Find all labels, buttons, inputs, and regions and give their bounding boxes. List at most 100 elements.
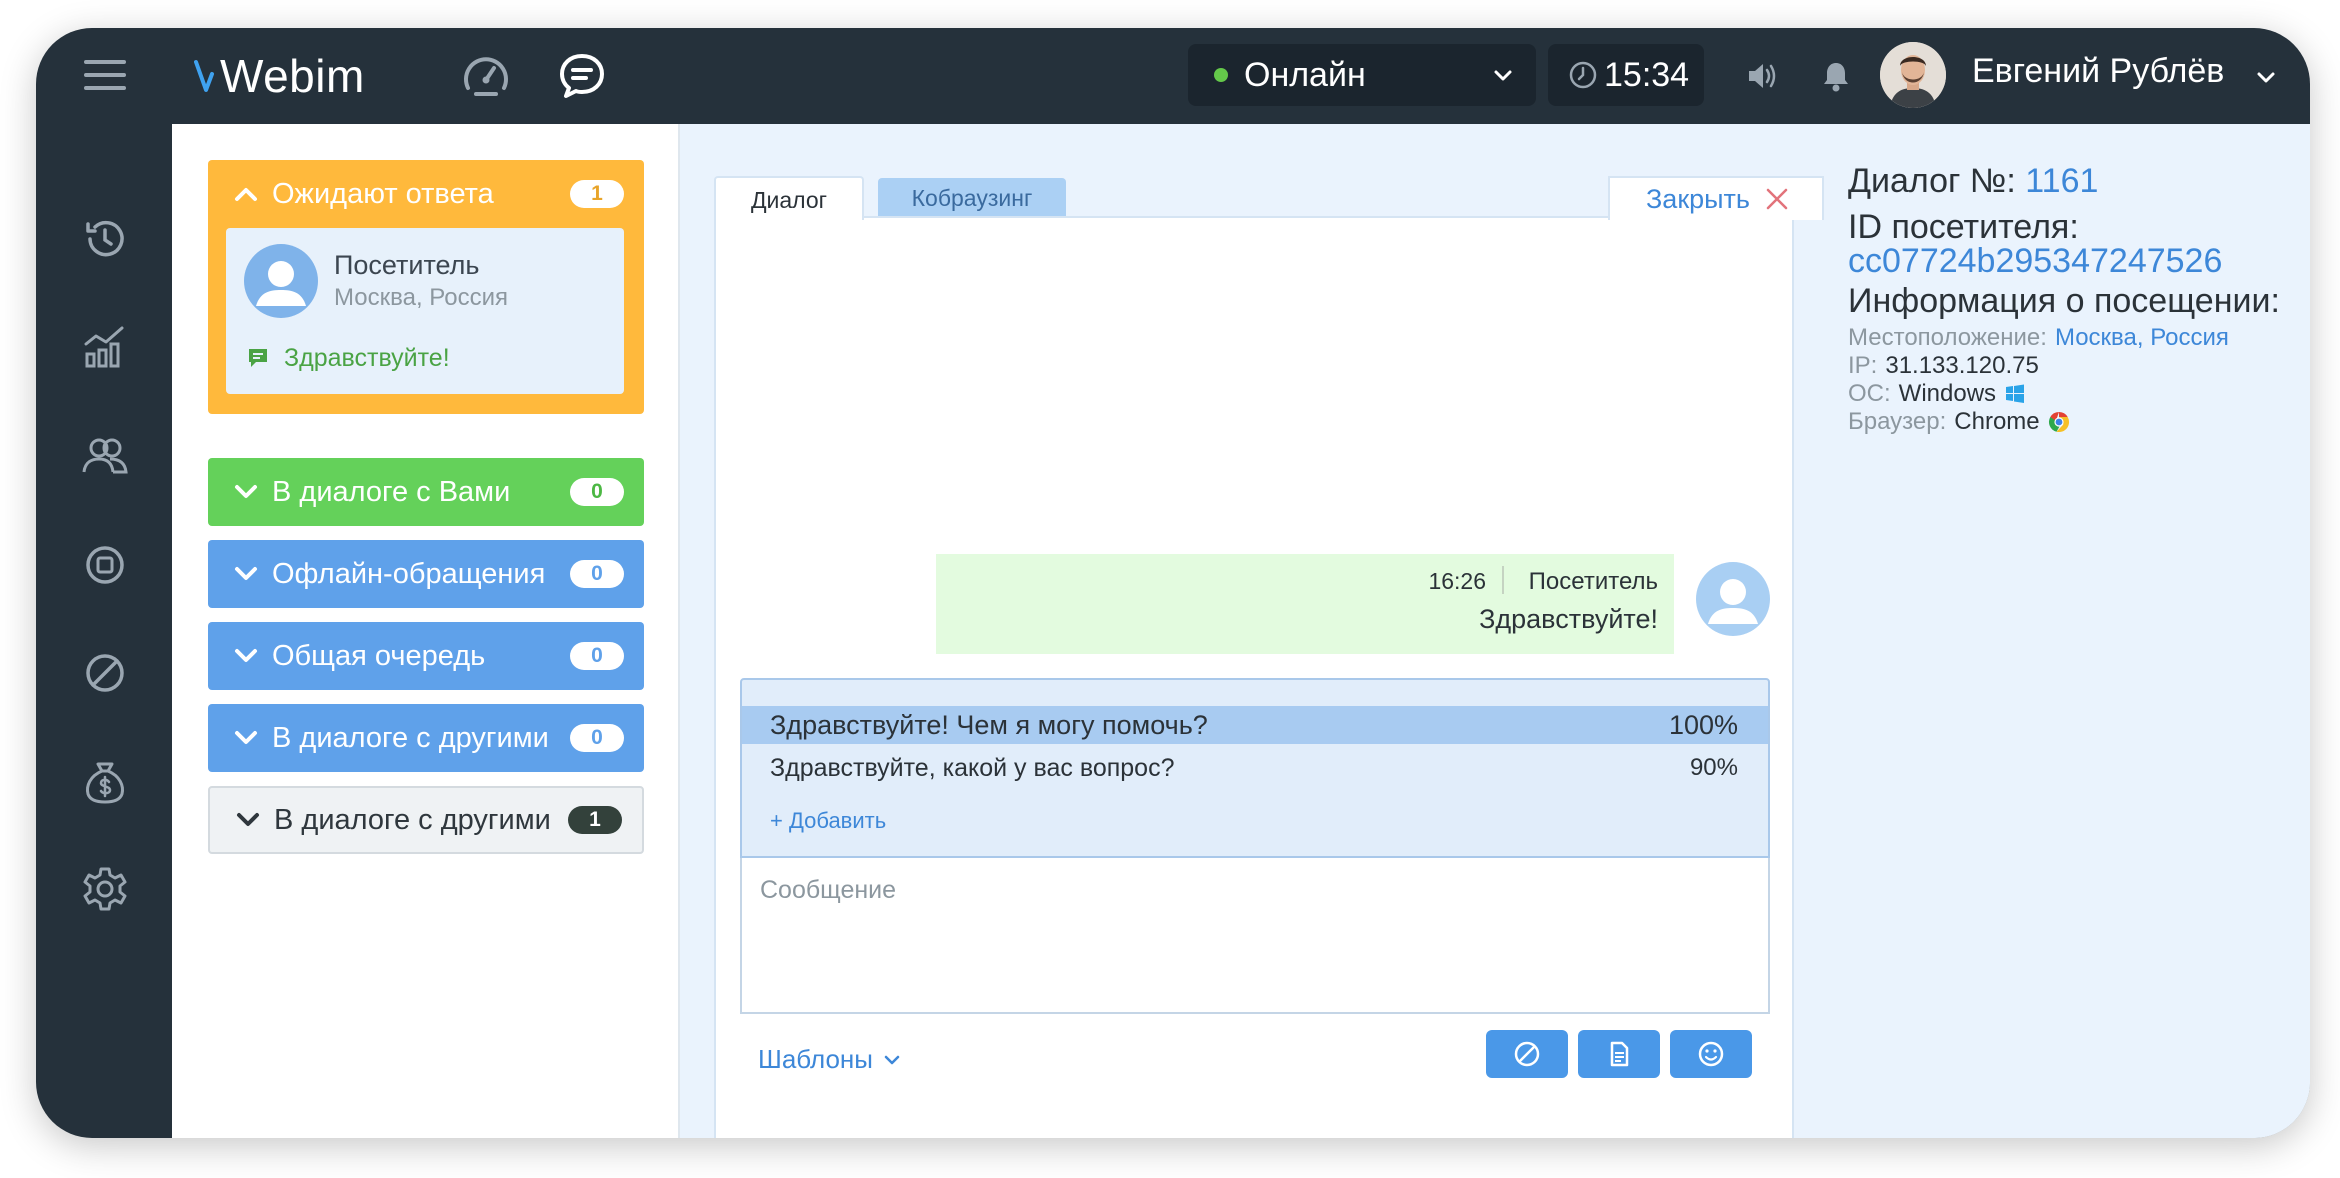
smile-icon bbox=[1698, 1041, 1724, 1067]
queue-group-title: Ожидают ответа bbox=[272, 177, 494, 210]
message-input[interactable] bbox=[740, 858, 1770, 1014]
count-badge: 1 bbox=[568, 806, 622, 834]
history-icon[interactable] bbox=[80, 214, 130, 264]
stop-icon[interactable] bbox=[80, 540, 130, 590]
os-row: ОС: Windows bbox=[1848, 380, 2026, 408]
statistics-icon[interactable] bbox=[80, 322, 130, 372]
queue-group-title: В диалоге с Вами bbox=[272, 475, 511, 508]
left-nav bbox=[36, 124, 172, 1138]
templates-dropdown[interactable]: Шаблоны bbox=[758, 1044, 901, 1075]
visitor-avatar bbox=[1696, 562, 1770, 636]
ban-icon bbox=[1514, 1041, 1540, 1067]
visitor-id[interactable]: cc07724b295347247526 bbox=[1848, 242, 2222, 281]
message-time: 16:26 bbox=[1428, 568, 1486, 594]
speedometer-icon[interactable] bbox=[460, 50, 512, 102]
queue-group-waiting[interactable]: Ожидают ответа 1 Посетитель Москва, Росс… bbox=[208, 160, 644, 414]
queue-group-my-dialogs[interactable]: В диалоге с Вами 0 bbox=[208, 458, 644, 526]
chevron-down-icon bbox=[235, 649, 257, 662]
location-value[interactable]: Москва, Россия bbox=[2055, 324, 2229, 352]
menu-icon[interactable] bbox=[84, 58, 128, 92]
attach-file-button[interactable] bbox=[1578, 1030, 1660, 1078]
windows-logo-icon bbox=[2006, 384, 2025, 403]
suggestion-score: 90% bbox=[1689, 754, 1738, 781]
chrome-logo-icon bbox=[2048, 411, 2069, 433]
chat-box: 16:26 Посетитель Здравствуйте! Здравству… bbox=[714, 216, 1794, 1138]
clock: 15:34 bbox=[1548, 44, 1704, 106]
queue-group-offline[interactable]: Офлайн-обращения 0 bbox=[208, 540, 644, 608]
queue-panel: Ожидают ответа 1 Посетитель Москва, Росс… bbox=[172, 124, 680, 1138]
status-select[interactable]: Онлайн bbox=[1188, 44, 1536, 106]
visitor-location: Москва, Россия bbox=[334, 284, 508, 311]
close-icon bbox=[1766, 188, 1788, 210]
emoji-button[interactable] bbox=[1670, 1030, 1752, 1078]
suggestion-text: Здравствуйте, какой у вас вопрос? bbox=[770, 754, 1175, 782]
dialog-number-row: Диалог №: 1161 bbox=[1848, 162, 2098, 201]
ban-visitor-button[interactable] bbox=[1486, 1030, 1568, 1078]
clock-time: 15:34 bbox=[1604, 55, 1690, 94]
browser-label: Браузер: bbox=[1848, 408, 1947, 435]
chevron-down-icon bbox=[235, 485, 257, 498]
count-badge: 0 bbox=[570, 724, 624, 752]
visit-info-heading: Информация о посещении: bbox=[1848, 282, 2280, 320]
status-dot bbox=[1214, 68, 1228, 82]
templates-label: Шаблоны bbox=[758, 1044, 873, 1074]
chevron-down-icon bbox=[1494, 70, 1512, 81]
operators-icon[interactable] bbox=[80, 430, 130, 480]
chevron-up-icon bbox=[235, 188, 257, 201]
queue-group-title: Офлайн-обращения bbox=[272, 557, 546, 590]
chevron-down-icon bbox=[235, 567, 257, 580]
chat-panel: Диалог Кобраузинг Закрыть 16:26 Посетите… bbox=[680, 124, 1824, 1138]
browser-row: Браузер: Chrome bbox=[1848, 408, 2070, 436]
queue-group-title: В диалоге с другими bbox=[272, 721, 549, 754]
chevron-down-icon bbox=[235, 731, 257, 744]
bell-icon[interactable] bbox=[1818, 58, 1854, 94]
browser-value: Chrome bbox=[1954, 408, 2040, 435]
user-menu-chevron-icon[interactable] bbox=[2256, 68, 2276, 88]
message-bubble: 16:26 Посетитель Здравствуйте! bbox=[936, 554, 1674, 654]
suggestion-text: Здравствуйте! Чем я могу помочь? bbox=[770, 710, 1208, 740]
user-avatar[interactable] bbox=[1880, 42, 1946, 108]
status-label: Онлайн bbox=[1244, 55, 1366, 94]
count-badge: 0 bbox=[570, 478, 624, 506]
ip-value: 31.133.120.75 bbox=[1885, 352, 2039, 379]
message-text: Здравствуйте! bbox=[1479, 604, 1658, 634]
logo-text: Webim bbox=[220, 50, 365, 102]
suggestion-item[interactable]: Здравствуйте! Чем я могу помочь? 100% bbox=[742, 706, 1768, 744]
close-label: Закрыть bbox=[1646, 183, 1750, 214]
user-name[interactable]: Евгений Рублёв bbox=[1972, 52, 2224, 91]
chat-bubble-icon[interactable] bbox=[556, 50, 608, 102]
visitor-avatar bbox=[244, 244, 318, 318]
dialog-number[interactable]: 1161 bbox=[2025, 162, 2098, 200]
tab-cobrowsing[interactable]: Кобраузинг bbox=[878, 178, 1066, 218]
ip-row: IP: 31.133.120.75 bbox=[1848, 352, 2039, 380]
top-bar: Webim Онлайн 15:34 Евгений Рублёв bbox=[36, 28, 2310, 124]
queue-group-others-2[interactable]: В диалоге с другими 1 bbox=[208, 786, 644, 854]
ip-label: IP: bbox=[1848, 352, 1878, 379]
visitor-name: Посетитель bbox=[334, 250, 480, 280]
suggestions-panel: Здравствуйте! Чем я могу помочь? 100% Зд… bbox=[740, 678, 1770, 858]
money-bag-icon[interactable] bbox=[80, 756, 130, 806]
suggestion-item[interactable]: Здравствуйте, какой у вас вопрос? 90% bbox=[742, 750, 1768, 788]
location-label: Местоположение: bbox=[1848, 324, 2047, 351]
settings-gear-icon[interactable] bbox=[80, 864, 130, 914]
add-suggestion-link[interactable]: + Добавить bbox=[770, 808, 886, 834]
logo: Webim bbox=[194, 46, 365, 106]
dialog-number-label: Диалог №: bbox=[1848, 162, 2016, 200]
close-dialog-button[interactable]: Закрыть bbox=[1608, 176, 1824, 220]
content-area: Ожидают ответа 1 Посетитель Москва, Росс… bbox=[172, 124, 2310, 1138]
volume-icon[interactable] bbox=[1744, 58, 1780, 94]
visitor-last-message: Здравствуйте! bbox=[284, 344, 450, 372]
os-value: Windows bbox=[1898, 380, 1997, 407]
suggestion-score: 100% bbox=[1668, 710, 1738, 740]
queue-group-common[interactable]: Общая очередь 0 bbox=[208, 622, 644, 690]
queue-group-title: Общая очередь bbox=[272, 639, 486, 672]
document-icon bbox=[1610, 1041, 1629, 1067]
tab-dialog[interactable]: Диалог bbox=[714, 176, 864, 220]
chevron-down-icon bbox=[237, 813, 259, 826]
ban-icon[interactable] bbox=[80, 648, 130, 698]
queue-group-header[interactable]: Ожидают ответа 1 bbox=[208, 160, 644, 228]
visitor-card[interactable]: Посетитель Москва, Россия Здравствуйте! bbox=[226, 228, 624, 394]
clock-icon bbox=[1569, 61, 1597, 89]
queue-group-others[interactable]: В диалоге с другими 0 bbox=[208, 704, 644, 772]
info-panel: Диалог №: 1161 ID посетителя: cc07724b29… bbox=[1796, 124, 2310, 1138]
